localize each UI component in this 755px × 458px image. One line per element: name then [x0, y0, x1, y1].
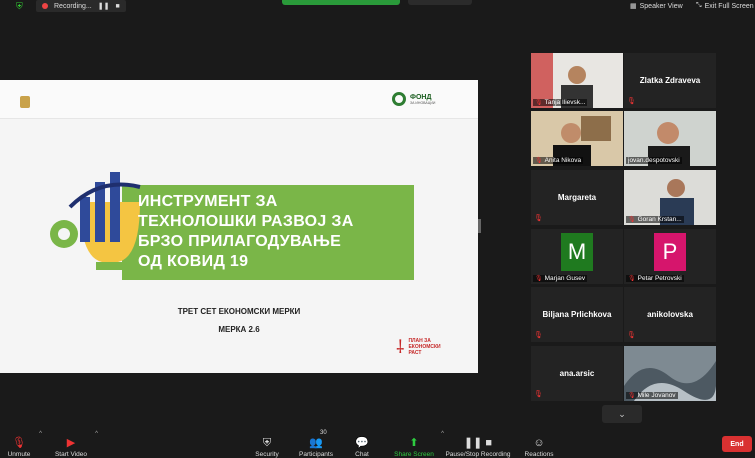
fund-logo-sub: ЗА ИНОВАЦИИ — [410, 100, 436, 105]
pause-stop-icon: ❚❚ ■ — [463, 437, 493, 449]
muted-mic-icon: 🎙 — [534, 332, 543, 339]
muted-mic-icon: 🎙 — [535, 276, 543, 282]
muted-mic-icon: 🎙 — [534, 215, 543, 222]
plan-logo-icon: ⸸ — [396, 337, 405, 357]
slide-measure: МЕРКА 2.6 — [218, 325, 260, 334]
shield-icon[interactable]: ⛨ — [16, 1, 25, 11]
muted-mic-icon: 🎙 — [628, 393, 636, 399]
security-button[interactable]: ⛨ Security — [252, 428, 282, 458]
participant-name-tag: 🎙 Tanja Ilievsk... — [533, 99, 588, 106]
chevron-up-icon[interactable]: ^ — [39, 431, 42, 437]
muted-mic-icon: 🎙 — [627, 98, 636, 105]
exit-fullscreen-button[interactable]: ⤡ Exit Full Screen — [696, 0, 754, 12]
video-off-icon: ▶ — [66, 437, 76, 449]
participant-tile[interactable]: anikolovska 🎙 — [624, 287, 716, 342]
participant-name-tag: 🎙 Petar Petrovski — [626, 275, 684, 282]
participant-tile[interactable]: Zlatka Zdraveva 🎙 — [624, 53, 716, 108]
share-screen-icon: ⬆ — [409, 437, 419, 449]
fund-logo: ФОНД ЗА ИНОВАЦИИ — [392, 92, 435, 106]
participants-icon: 👥 — [309, 437, 323, 449]
participant-tile[interactable]: M 🎙 Marjan Gusev — [531, 229, 623, 284]
muted-mic-icon: 🎙 — [535, 100, 543, 106]
participant-name-tag: 🎙 Mile Jovanov — [626, 392, 678, 399]
shared-screen-slide: ФОНД ЗА ИНОВАЦИИ ИНСТРУМЕНТ ЗА ТЕХНОЛОШК… — [0, 80, 478, 373]
top-bar: ⛨ Recording... ❚❚ ■ ▦ Speaker View ⤡ Exi… — [0, 0, 755, 14]
participant-name-tag: 🎙 Anita Nikova — [533, 157, 584, 164]
participant-tile[interactable]: Biljana Prlichkova 🎙 — [531, 287, 623, 342]
participant-tile[interactable]: 🎙 Mile Jovanov — [624, 346, 716, 401]
participant-tile[interactable]: 🎙 Anita Nikova — [531, 111, 623, 166]
muted-mic-icon: 🎙 — [628, 217, 636, 223]
participant-tile[interactable]: ana.arsic 🎙 — [531, 346, 623, 401]
fund-ring-icon — [392, 92, 406, 106]
end-meeting-button[interactable]: End — [722, 436, 752, 452]
chat-icon: 💬 — [355, 437, 369, 449]
record-dot-icon — [42, 3, 48, 9]
slide-title: ИНСТРУМЕНТ ЗА ТЕХНОЛОШКИ РАЗВОЈ ЗА БРЗО … — [138, 193, 354, 270]
share-screen-button[interactable]: ⬆ Share Screen ^ — [392, 428, 444, 458]
slide-subtitle: ТРЕТ СЕТ ЕКОНОМСКИ МЕРКИ — [177, 307, 301, 316]
slide-header: ФОНД ЗА ИНОВАЦИИ — [0, 80, 478, 119]
muted-mic-icon: 🎙 — [628, 276, 636, 282]
participant-tile-active-speaker[interactable]: jovan.despotovski — [624, 111, 716, 166]
grid-icon: ▦ — [630, 3, 637, 10]
muted-mic-icon: 🎙 — [535, 158, 543, 164]
participant-tile[interactable]: Margareta 🎙 — [531, 170, 623, 225]
participant-tile[interactable]: 🎙 Tanja Ilievsk... — [531, 53, 623, 108]
participant-name-tag: 🎙 Marjan Gusev — [533, 275, 588, 282]
plan-logo: ⸸ ПЛАН ЗА ЕКОНОМСКИ РАСТ — [396, 337, 441, 357]
participant-name-tag: jovan.despotovski — [626, 157, 682, 164]
participants-button[interactable]: 👥 30 Participants — [296, 428, 336, 458]
recording-label: Recording... — [54, 2, 92, 10]
recording-indicator[interactable]: Recording... ❚❚ ■ — [36, 0, 126, 12]
participant-name-tag: 🎙 Goran Krstan... — [626, 216, 684, 223]
chat-button[interactable]: 💬 Chat — [352, 428, 372, 458]
avatar: P — [654, 233, 686, 271]
unmute-button[interactable]: 🎙 Unmute ^ — [4, 428, 42, 458]
reactions-icon: ☺ — [533, 437, 545, 449]
avatar: M — [561, 233, 593, 271]
meeting-toolbar: 🎙 Unmute ^ ▶ Start Video ^ ⛨ Security 👥 … — [0, 428, 755, 458]
participant-tile[interactable]: P 🎙 Petar Petrovski — [624, 229, 716, 284]
participant-tile[interactable]: 🎙 Goran Krstan... — [624, 170, 716, 225]
shield-icon: ⛨ — [262, 437, 272, 449]
stop-icon[interactable]: ■ — [115, 3, 119, 10]
view-options-button[interactable] — [408, 0, 472, 5]
start-video-button[interactable]: ▶ Start Video ^ — [52, 428, 98, 458]
participants-count: 30 — [320, 430, 327, 436]
speaker-view-button[interactable]: ▦ Speaker View — [630, 0, 683, 12]
pause-stop-recording-button[interactable]: ❚❚ ■ Pause/Stop Recording — [444, 428, 512, 458]
reactions-button[interactable]: ☺ Reactions — [522, 428, 556, 458]
viewing-screen-banner[interactable] — [282, 0, 400, 5]
muted-mic-icon: 🎙 — [627, 332, 636, 339]
chevron-down-icon: ⌄ — [618, 408, 626, 419]
gallery-next-page-button[interactable]: ⌄ — [602, 405, 642, 423]
government-emblem-icon — [20, 96, 30, 108]
fund-logo-main: ФОНД — [410, 93, 432, 101]
pause-icon[interactable]: ❚❚ — [98, 2, 110, 10]
muted-mic-icon: 🎙 — [534, 391, 543, 398]
muted-mic-icon: 🎙 — [12, 437, 26, 449]
lightbulb-chart-icon — [50, 172, 141, 270]
chevron-up-icon[interactable]: ^ — [95, 431, 98, 437]
exit-fullscreen-icon: ⤡ — [696, 2, 702, 9]
split-resize-handle[interactable] — [478, 219, 481, 233]
